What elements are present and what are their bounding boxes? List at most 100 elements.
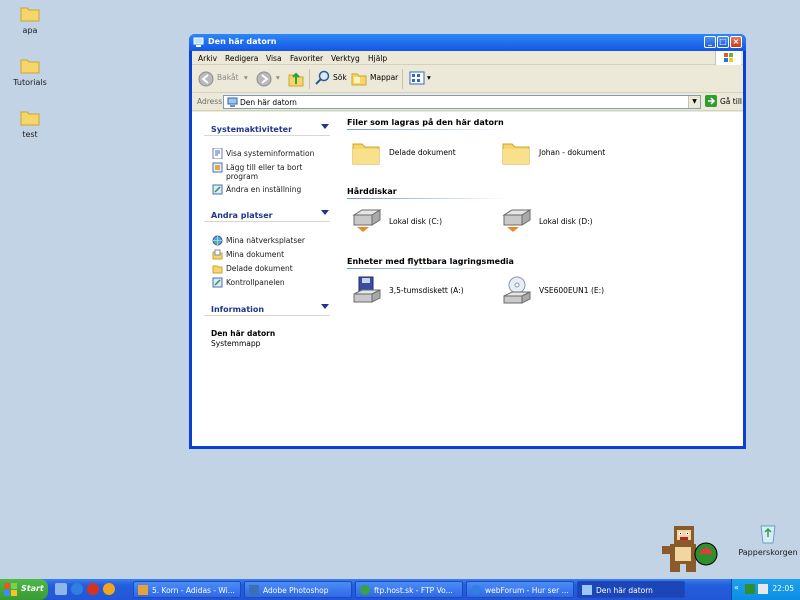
system-tray: « 22:05 [731,579,800,600]
menu-favoriter[interactable]: Favoriter [290,54,323,63]
minimize-button[interactable]: _ [704,36,716,48]
item-local-disk-d[interactable]: Lokal disk (D:) [501,207,631,237]
window-title: Den här datorn [208,37,277,46]
collapse-chevron-icon[interactable] [321,124,329,129]
go-button-label: Gå till [720,97,742,106]
maximize-button[interactable]: □ [717,36,729,48]
menu-bar: Arkiv Redigera Visa Favoriter Verktyg Hj… [192,51,743,65]
media-app-icon[interactable] [87,583,99,595]
show-desktop-icon[interactable] [55,583,67,595]
system-tasks-title: Systemaktiviteter [211,125,293,134]
start-label: Start [21,584,44,593]
floppy-drive-icon [353,276,381,303]
folders-button-label[interactable]: Mappar [370,73,398,82]
task-korn-adidas[interactable]: 5. Korn - Adidas - Wi... [133,581,241,598]
menu-verktyg[interactable]: Verktyg [331,54,360,63]
item-johan-documents[interactable]: Johan - dokument [501,138,631,168]
desktop-icon-label: test [22,130,38,139]
address-bar: Adress Den här datorn ▼ Gå till [192,93,743,111]
task-my-computer[interactable]: Den här datorn [577,581,685,598]
folder-icon [352,143,380,165]
ftp-icon [360,585,370,595]
folder-icon [20,7,40,22]
recycle-bin-icon [760,525,776,544]
desktop-icon-label: apa [22,26,38,35]
search-icon[interactable] [315,70,331,86]
title-bar[interactable]: Den här datorn _ □ × [189,34,746,51]
group-removable-title: Enheter med flyttbara lagringsmedia [347,257,514,266]
details-name: Den här datorn [211,329,276,338]
folder-icon [502,143,530,165]
up-folder-icon[interactable] [288,70,304,87]
folder-icon [20,111,40,126]
desktop-icon-apa[interactable]: apa [0,4,60,35]
menu-hjalp[interactable]: Hjälp [368,54,387,63]
my-computer-icon [582,585,592,595]
items-pane: Filer som lagras på den här datorn Delad… [337,112,743,446]
control-panel-icon [212,184,223,195]
desktop-icon-label: Papperskorgen [738,548,798,557]
hard-drive-icon [502,209,532,232]
control-panel-icon [212,277,223,288]
task-webforum[interactable]: webForum - Hur ser ... [466,581,574,598]
go-arrow-icon [705,95,717,107]
hard-drive-icon [352,209,382,232]
taskbar: Start 5. Korn - Adidas - Wi... Adobe Pho… [0,579,800,600]
photoshop-icon [249,585,259,595]
back-dropdown-icon[interactable]: ▾ [244,73,248,82]
other-places-header[interactable]: Andra platser [204,206,330,222]
forward-arrow-icon[interactable] [256,71,272,87]
group-divider [347,198,507,199]
start-button[interactable]: Start [0,579,48,600]
desktop-icon-tutorials[interactable]: Tutorials [0,56,60,87]
cd-drive-icon [503,276,531,304]
search-button-label[interactable]: Sök [333,73,347,82]
desktop-icon-recycle-bin[interactable]: Papperskorgen [738,522,798,557]
explorer-window[interactable]: Den här datorn _ □ × Arkiv Redigera Visa… [189,34,746,449]
task-ftp[interactable]: ftp.host.sk - FTP Vo... [355,581,463,598]
internet-explorer-icon[interactable] [71,583,83,595]
folders-icon[interactable] [351,70,367,86]
item-floppy-a[interactable]: 3,5-tumsdiskett (A:) [351,276,491,306]
system-tasks-header[interactable]: Systemaktiviteter [204,120,330,136]
close-button[interactable]: × [730,36,742,48]
forward-dropdown-icon[interactable]: ▾ [276,73,280,82]
details-header[interactable]: Information [204,300,330,316]
views-dropdown-icon[interactable]: ▾ [427,73,431,82]
folder-icon [20,59,40,74]
desktop-icon-label: Tutorials [13,78,47,87]
group-divider [347,129,507,130]
back-button-label[interactable]: Bakåt [217,73,239,82]
address-input[interactable]: Den här datorn ▼ [223,95,701,109]
task-adobe-photoshop[interactable]: Adobe Photoshop [244,581,352,598]
menu-visa[interactable]: Visa [266,54,282,63]
views-icon[interactable] [409,71,425,85]
tray-expand-icon[interactable]: « [734,583,739,592]
group-files-title: Filer som lagras på den här datorn [347,118,504,127]
windows-logo-icon [715,51,741,65]
volume-icon[interactable] [758,584,768,594]
tray-app-icon[interactable] [745,584,755,594]
item-local-disk-c[interactable]: Lokal disk (C:) [351,207,481,237]
collapse-chevron-icon[interactable] [321,210,329,215]
my-computer-icon [227,97,238,107]
item-shared-documents[interactable]: Delade dokument [351,138,481,168]
back-arrow-icon[interactable] [198,71,214,87]
menu-redigera[interactable]: Redigera [225,54,258,63]
desktop-icon-test[interactable]: test [0,108,60,139]
collapse-chevron-icon[interactable] [321,304,329,309]
menu-arkiv[interactable]: Arkiv [198,54,217,63]
group-divider [347,268,507,269]
address-label: Adress [197,97,223,106]
task-pane: Systemaktiviteter Visa systeminformation… [192,112,337,446]
clock: 22:05 [772,584,794,593]
group-hard-drives-title: Hårddiskar [347,187,397,196]
address-dropdown-icon[interactable]: ▼ [688,96,700,108]
details-type: Systemmapp [211,339,261,348]
content-area: Systemaktiviteter Visa systeminformation… [192,112,743,446]
network-places-icon [212,235,223,246]
item-cd-drive-e[interactable]: VSE600EUN1 (E:) [501,276,641,306]
my-documents-icon [212,249,223,260]
media-player-icon[interactable] [103,583,115,595]
windows-flag-icon [4,583,17,596]
